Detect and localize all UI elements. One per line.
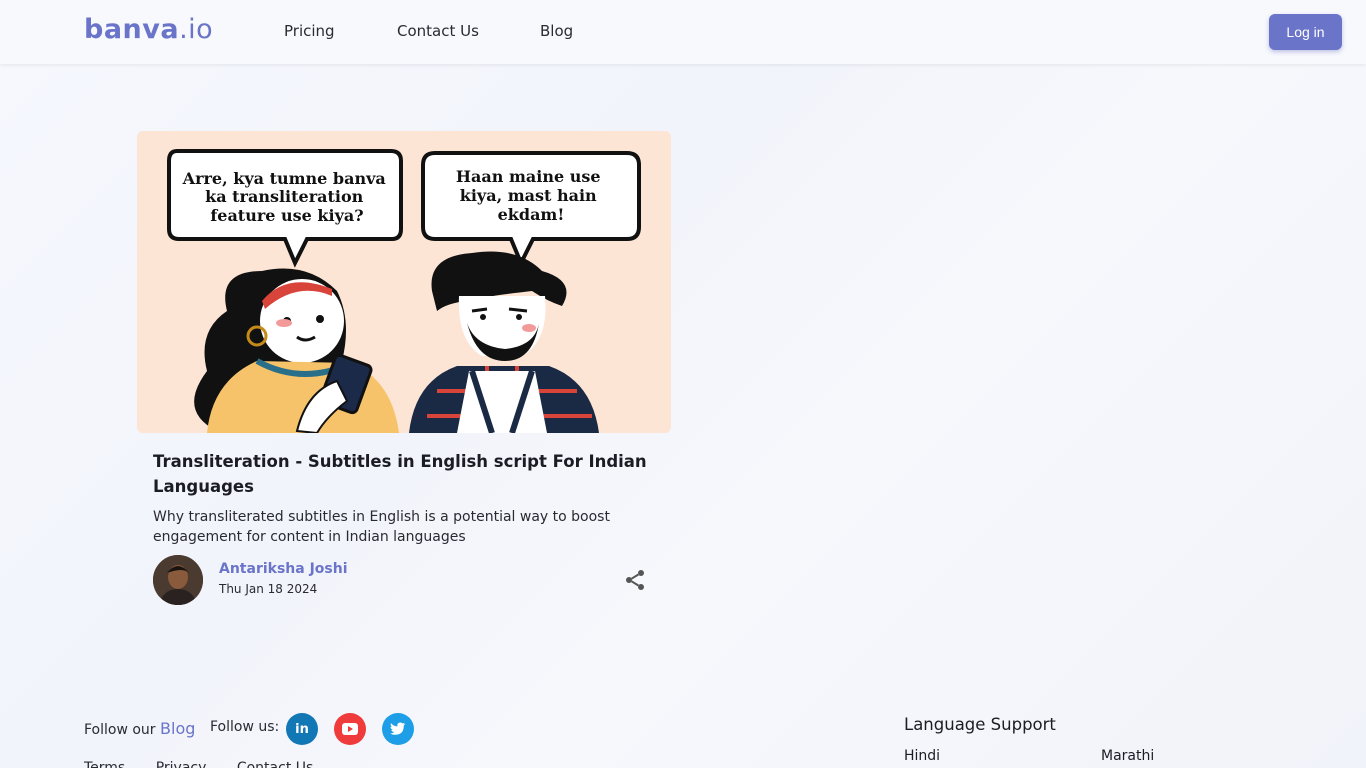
bubble-right-line-2: kiya, mast hain <box>460 186 597 205</box>
linkedin-icon[interactable]: in <box>286 713 318 745</box>
blog-post-card[interactable]: Arre, kya tumne banva ka transliteration… <box>137 131 671 621</box>
linkedin-glyph: in <box>295 721 309 737</box>
nav-blog-link[interactable]: Blog <box>540 22 573 40</box>
follow-us-label: Follow us: <box>210 719 280 735</box>
language-hindi[interactable]: Hindi <box>904 748 940 764</box>
bubble-right-line-3: ekdam! <box>498 205 565 224</box>
avatar-image <box>153 555 203 605</box>
youtube-icon[interactable] <box>334 713 366 745</box>
footer-blog-link[interactable]: Blog <box>160 719 195 738</box>
bubble-left-line-1: Arre, kya tumne banva <box>182 169 386 188</box>
post-description: Why transliterated subtitles in English … <box>153 509 610 545</box>
post-title[interactable]: Transliteration - Subtitles in English s… <box>153 449 653 499</box>
footer-link-privacy[interactable]: Privacy <box>156 760 207 768</box>
language-support-heading: Language Support <box>904 715 1056 734</box>
bubble-right-line-1: Haan maine use <box>456 167 601 186</box>
top-navbar: banva.io Pricing Contact Us Blog Log in <box>0 0 1366 64</box>
twitter-icon[interactable] <box>382 713 414 745</box>
cover-illustration: Arre, kya tumne banva ka transliteration… <box>137 131 671 433</box>
post-date: Thu Jan 18 2024 <box>219 582 318 596</box>
footer-links: Terms Privacy Contact Us <box>84 760 339 768</box>
follow-blog-text: Follow our Blog <box>84 719 195 738</box>
bubble-left-line-2: ka transliteration <box>205 187 364 206</box>
nav-pricing-link[interactable]: Pricing <box>284 22 335 40</box>
language-marathi[interactable]: Marathi <box>1101 748 1154 764</box>
login-button[interactable]: Log in <box>1269 14 1342 50</box>
bubble-left-line-3: feature use kiya? <box>210 206 363 225</box>
svg-text:Arre, kya tumne banva: Arre, kya tumne banva ka transliteration… <box>182 169 392 225</box>
author-avatar <box>153 555 203 605</box>
logo-text: banva <box>84 14 180 45</box>
author-name[interactable]: Antariksha Joshi <box>219 561 348 577</box>
footer-link-terms[interactable]: Terms <box>84 760 125 768</box>
logo-tld: .io <box>179 14 214 45</box>
nav-contact-link[interactable]: Contact Us <box>397 22 479 40</box>
footer-link-contact[interactable]: Contact Us <box>237 760 313 768</box>
follow-our-label: Follow our <box>84 722 156 738</box>
share-icon[interactable] <box>623 568 647 592</box>
post-cover-image[interactable]: Arre, kya tumne banva ka transliteration… <box>137 131 671 433</box>
brand-logo[interactable]: banva.io <box>84 14 213 45</box>
